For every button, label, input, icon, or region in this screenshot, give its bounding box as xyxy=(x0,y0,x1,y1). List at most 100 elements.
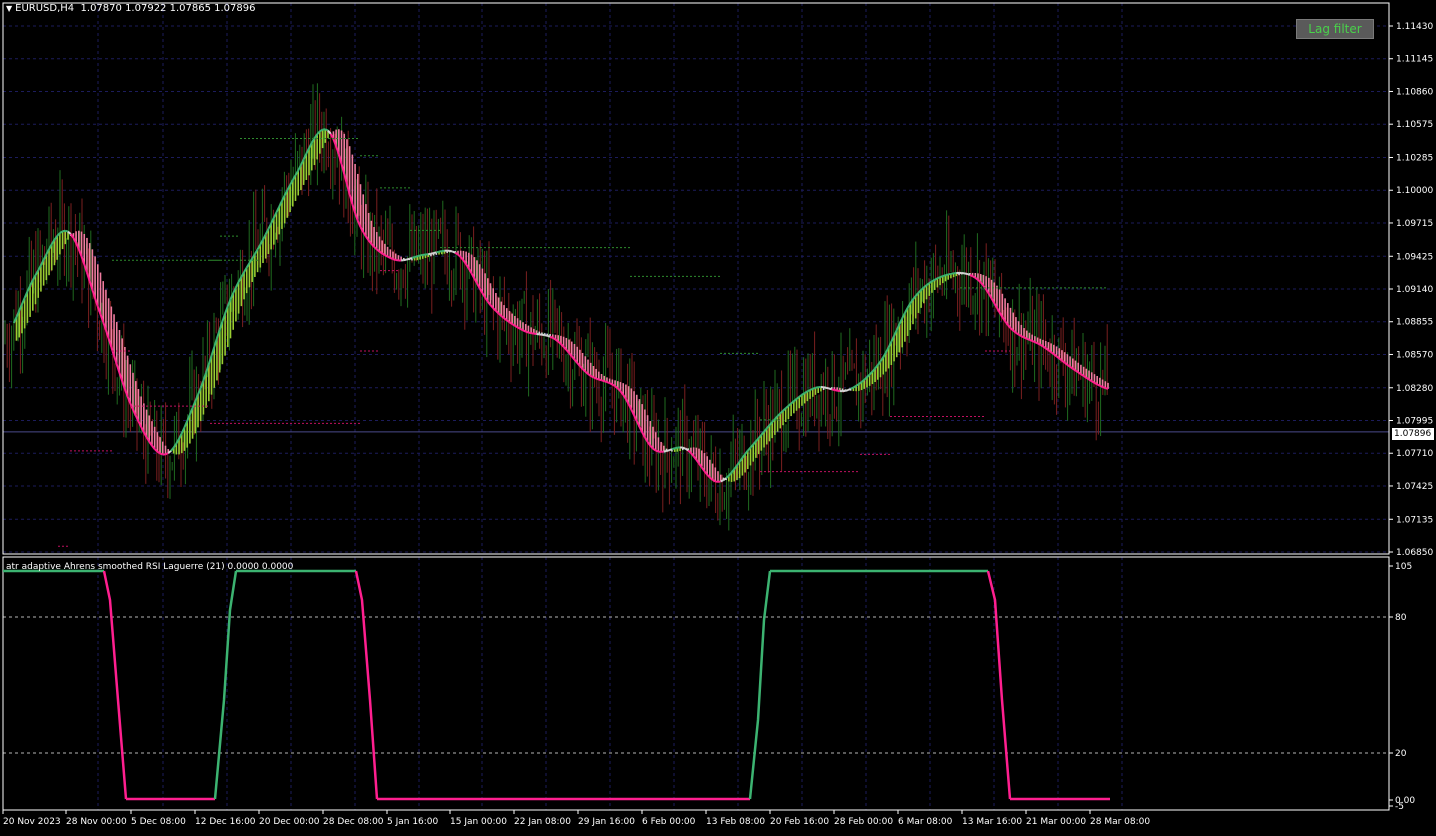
smoothed-line-segment xyxy=(160,454,163,455)
indicator-axis-label: 105 xyxy=(1395,562,1412,572)
smoothed-line-segment xyxy=(1092,381,1095,383)
chart-background xyxy=(0,0,1436,832)
dropdown-arrow-icon[interactable]: ▼ xyxy=(6,4,12,13)
smoothed-line-segment xyxy=(1100,386,1103,387)
chart-window[interactable]: 1.114301.111451.108601.105751.102851.100… xyxy=(0,0,1436,832)
chart-canvas[interactable]: 1.114301.111451.108601.105751.102851.100… xyxy=(0,0,1436,832)
smoothed-line-segment xyxy=(832,389,835,390)
smoothed-line-segment xyxy=(453,252,456,253)
smoothed-line-segment xyxy=(721,480,724,481)
smoothed-line-segment xyxy=(520,329,523,330)
price-axis-label: 1.10860 xyxy=(1396,87,1433,97)
time-axis-label: 20 Dec 00:00 xyxy=(259,817,320,827)
time-axis-label: 12 Dec 16:00 xyxy=(195,817,256,827)
smoothed-line-segment xyxy=(807,390,810,391)
smoothed-line-segment xyxy=(545,335,548,336)
price-axis-label: 1.10575 xyxy=(1396,120,1433,130)
price-axis-label: 1.07425 xyxy=(1396,482,1433,492)
lag-filter-button[interactable]: Lag filter xyxy=(1296,19,1374,39)
smoothed-line-segment xyxy=(1029,340,1032,341)
smoothed-line-segment xyxy=(412,257,415,258)
smoothed-line-segment xyxy=(810,389,813,390)
smoothed-line-segment xyxy=(667,450,670,451)
price-axis-label: 1.09715 xyxy=(1396,219,1433,229)
smoothed-line-segment xyxy=(526,332,529,333)
price-axis-label: 1.06850 xyxy=(1396,548,1433,558)
smoothed-line-segment xyxy=(607,382,610,383)
smoothed-line-segment xyxy=(932,280,935,282)
smoothed-line-segment xyxy=(829,389,832,390)
smoothed-line-segment xyxy=(683,448,686,449)
smoothed-line-segment xyxy=(848,389,851,390)
smoothed-line-segment xyxy=(65,231,68,232)
smoothed-line-segment xyxy=(1019,335,1022,337)
smoothed-line-segment xyxy=(393,259,396,260)
price-axis-label: 1.08280 xyxy=(1396,384,1433,394)
smoothed-line-segment xyxy=(431,253,434,254)
current-price-tag: 1.07896 xyxy=(1392,428,1434,440)
smoothed-line-segment xyxy=(940,276,943,277)
time-axis-label: 6 Feb 00:00 xyxy=(642,817,696,827)
smoothed-line-segment xyxy=(593,377,596,378)
price-axis-label: 1.10285 xyxy=(1396,154,1433,164)
smoothed-line-segment xyxy=(409,258,412,259)
price-axis-label: 1.07135 xyxy=(1396,515,1433,525)
smoothed-line-segment xyxy=(713,480,716,482)
smoothed-line-segment xyxy=(1094,383,1097,385)
smoothed-line-segment xyxy=(439,251,442,252)
time-axis-label: 6 Mar 08:00 xyxy=(898,817,953,827)
price-axis-label: 1.10000 xyxy=(1396,186,1433,196)
symbol-header[interactable]: ▼EURUSD,H4 1.07870 1.07922 1.07865 1.078… xyxy=(6,3,255,14)
smoothed-line-segment xyxy=(948,274,951,275)
time-axis-label: 13 Mar 16:00 xyxy=(962,817,1022,827)
time-axis-label: 28 Mar 08:00 xyxy=(1090,817,1150,827)
smoothed-line-segment xyxy=(591,376,594,377)
smoothed-line-segment xyxy=(1021,336,1024,337)
time-axis-label: 29 Jan 16:00 xyxy=(578,817,635,827)
smoothed-line-segment xyxy=(970,275,973,276)
smoothed-line-segment xyxy=(518,327,521,329)
smoothed-line-segment xyxy=(1038,343,1041,344)
price-axis-label: 1.11430 xyxy=(1396,22,1433,32)
symbol-label: EURUSD,H4 xyxy=(15,3,74,14)
smoothed-line-segment xyxy=(325,129,328,130)
smoothed-line-segment xyxy=(528,333,531,334)
smoothed-line-segment xyxy=(553,338,556,340)
smoothed-line-segment xyxy=(599,380,602,381)
smoothed-line-segment xyxy=(656,451,659,452)
time-axis-label: 28 Feb 00:00 xyxy=(834,817,893,827)
smoothed-line-segment xyxy=(434,252,437,253)
smoothed-line-segment xyxy=(664,451,667,452)
smoothed-line-segment xyxy=(610,383,613,384)
smoothed-line-segment xyxy=(1103,387,1106,388)
smoothed-line-segment xyxy=(388,257,391,258)
smoothed-line-segment xyxy=(523,330,526,331)
smoothed-line-segment xyxy=(1105,388,1108,389)
smoothed-line-segment xyxy=(672,448,675,449)
smoothed-line-segment xyxy=(550,337,553,338)
smoothed-line-segment xyxy=(973,276,976,278)
time-axis-label: 28 Dec 08:00 xyxy=(323,817,384,827)
smoothed-line-segment xyxy=(715,481,718,482)
smoothed-line-segment xyxy=(946,274,949,275)
smoothed-line-segment xyxy=(669,449,672,450)
smoothed-line-segment xyxy=(845,390,848,391)
smoothed-line-segment xyxy=(596,379,599,380)
smoothed-line-segment xyxy=(943,275,946,276)
time-axis-label: 5 Jan 16:00 xyxy=(387,817,439,827)
smoothed-line-segment xyxy=(1027,339,1030,340)
smoothed-line-segment xyxy=(1032,341,1035,342)
smoothed-line-segment xyxy=(805,391,808,393)
smoothed-line-segment xyxy=(415,256,418,257)
smoothed-line-segment xyxy=(382,254,385,256)
time-axis-label: 5 Dec 08:00 xyxy=(131,817,186,827)
smoothed-line-segment xyxy=(1035,342,1038,343)
smoothed-line-segment xyxy=(675,448,678,449)
time-axis-label: 21 Mar 00:00 xyxy=(1026,817,1086,827)
time-axis-label: 13 Feb 08:00 xyxy=(706,817,765,827)
smoothed-line-segment xyxy=(851,387,854,388)
smoothed-line-segment xyxy=(407,259,410,260)
smoothed-line-segment xyxy=(834,390,837,391)
smoothed-line-segment xyxy=(436,252,439,253)
smoothed-line-segment xyxy=(813,388,816,389)
